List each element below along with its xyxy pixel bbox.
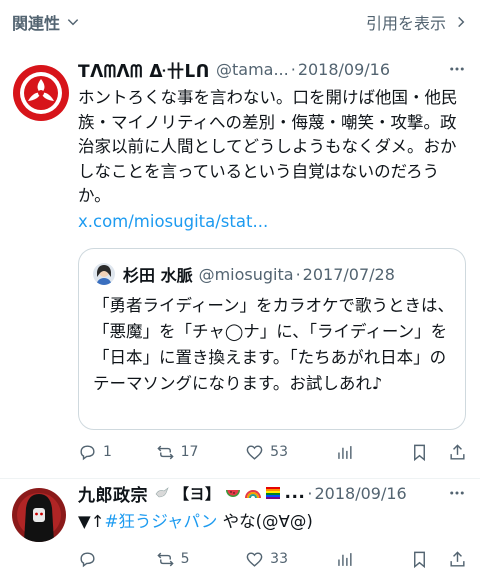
repost-button[interactable]: 5 (156, 550, 246, 569)
hashtag-link[interactable]: #狂うジャパン (105, 512, 218, 531)
repost-count: 5 (180, 551, 190, 567)
post-date[interactable]: 2018/09/16 (314, 484, 406, 503)
chevron-right-icon (458, 16, 465, 28)
post-actions: 5 33 (78, 547, 468, 571)
repost-button[interactable]: 17 (156, 443, 246, 462)
red-emblem-logo (13, 65, 69, 121)
replies-toolbar: 関連性 引用を表示 (0, 0, 480, 44)
rainbow-flag-icon (265, 487, 280, 499)
divider (0, 478, 480, 479)
name-emojis: 【ヨ】 ... (154, 483, 305, 504)
bookmark-button[interactable] (410, 443, 448, 462)
repost-count: 17 (180, 444, 199, 460)
like-count: 53 (270, 444, 288, 460)
avatar (93, 263, 115, 285)
reply-button[interactable]: 1 (78, 443, 156, 462)
post-text: ▼↑#狂うジャパン やな(@∀@) (78, 510, 468, 535)
reply-icon (80, 551, 95, 567)
share-icon (450, 443, 465, 460)
views-icon (337, 445, 352, 459)
post-link[interactable]: x.com/miosugita/stat... (78, 209, 468, 235)
separator-dot: · (290, 59, 296, 79)
display-name[interactable]: 九郎政宗 (78, 481, 148, 506)
sort-label: 関連性 (12, 14, 61, 33)
share-icon (450, 550, 465, 567)
display-name: 杉田 水脈 (123, 266, 193, 285)
more-icon[interactable] (446, 58, 468, 80)
like-count: 33 (270, 551, 288, 567)
name-suffix: 【ヨ】 (174, 484, 221, 503)
like-icon (246, 551, 263, 567)
avatar[interactable] (12, 64, 70, 122)
sort-dropdown[interactable]: 関連性 (12, 10, 80, 34)
reply-count: 1 (103, 444, 112, 460)
bookmark-button[interactable] (410, 550, 448, 569)
dove-icon (155, 487, 169, 498)
view-quotes-label: 引用を表示 (365, 14, 446, 33)
bookmark-icon (414, 551, 426, 568)
views-button[interactable] (335, 443, 411, 462)
more-icon[interactable] (446, 482, 468, 504)
post-text-prefix: ▼↑ (78, 512, 105, 531)
repost-icon (156, 445, 174, 459)
views-button[interactable] (335, 550, 411, 569)
post-text-suffix: やな(@∀@) (217, 512, 313, 531)
display-name[interactable]: Tᐱᗰᐱᗰ ᐏ卄ᒪᑎ (78, 57, 210, 82)
rainbow-icon (244, 490, 261, 499)
repost-icon (156, 552, 174, 566)
avatar[interactable] (12, 488, 66, 542)
quoted-post-card[interactable]: 杉田 水脈 @miosugita · 2017/07/28 「勇者ライディーン」… (78, 248, 466, 430)
bookmark-icon (414, 444, 426, 461)
reply-button[interactable] (78, 550, 156, 569)
name-ellipsis: ... (284, 483, 306, 503)
share-button[interactable] (448, 550, 468, 569)
post-date: 2017/07/28 (302, 264, 395, 284)
like-button[interactable]: 33 (245, 550, 335, 569)
like-icon (246, 444, 263, 460)
separator-dot: · (307, 483, 313, 503)
user-handle[interactable]: @tama... (216, 60, 289, 79)
view-quotes-button[interactable]: 引用を表示 (366, 10, 468, 34)
post-text: ホントろくな事を言わない。口を開けば他国・他民族・マイノリティへの差別・侮蔑・嘲… (78, 88, 458, 205)
views-icon (337, 552, 352, 566)
post-date[interactable]: 2018/09/16 (298, 60, 390, 79)
reply-icon (80, 444, 95, 460)
quoted-post-text: 「勇者ライディーン」をカラオケで歌うときは、「悪魔」を「チャ◯ナ」に、「ライディ… (93, 296, 455, 393)
post-actions: 1 17 53 (78, 440, 468, 464)
share-button[interactable] (448, 443, 468, 462)
chevron-down-icon (67, 19, 79, 26)
user-handle: @miosugita (198, 264, 294, 284)
like-button[interactable]: 53 (245, 443, 335, 462)
watermelon-icon (225, 490, 240, 497)
separator-dot: · (295, 264, 301, 284)
